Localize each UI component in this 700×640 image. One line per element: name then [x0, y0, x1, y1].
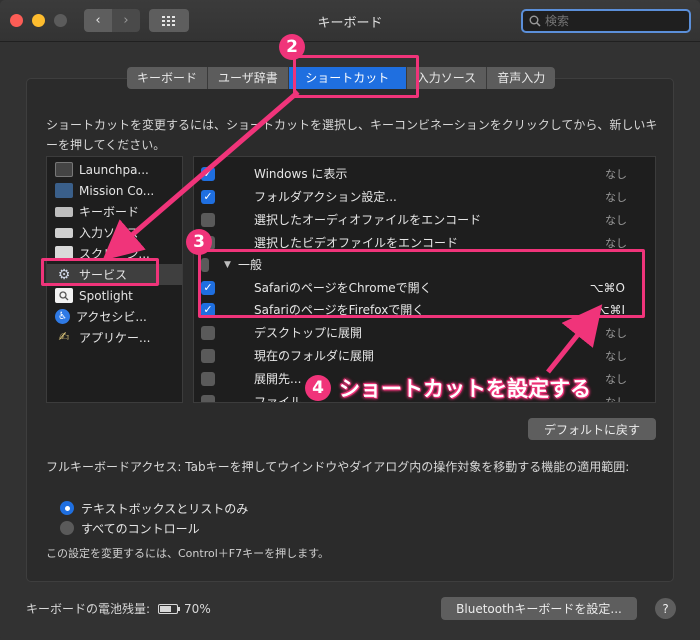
step-4-badge: 4: [305, 375, 331, 401]
keyboard-preferences-window: ‹ › キーボード キーボード ユーザ辞書 ショートカット 入力ソース 音: [0, 0, 700, 640]
callout-text: ショートカットを設定する: [339, 377, 591, 401]
arrow-callout-to-shortcut: [546, 304, 603, 374]
annotation-arrows: [102, 90, 603, 374]
annotation-callout: 4 ショートカットを設定する: [305, 373, 591, 403]
step-3-badge: 3: [186, 229, 212, 255]
step-2-badge: 2: [279, 34, 305, 60]
